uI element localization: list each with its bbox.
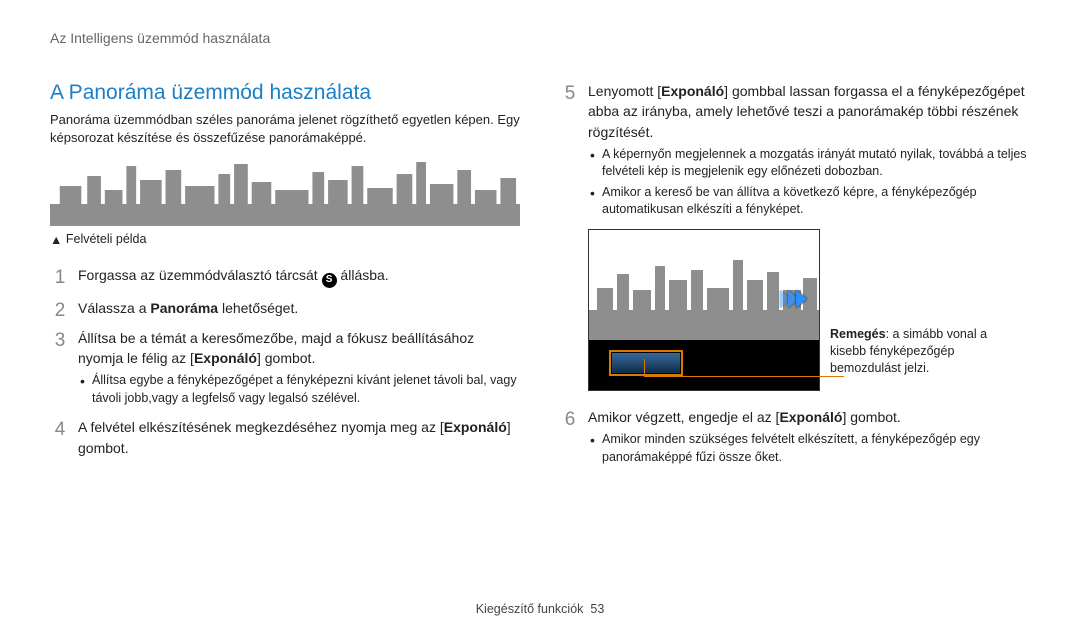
callout-leader-line	[644, 361, 844, 391]
step-text-post: állásba.	[337, 267, 389, 283]
step-text: Állítsa be a témát a keresőmezőbe, majd …	[78, 330, 474, 366]
footer-label: Kiegészítő funkciók	[476, 602, 584, 616]
step-subitem: A képernyőn megjelennek a mozgatás irány…	[588, 146, 1030, 181]
step-text: A felvétel elkészítésének megkezdéséhez …	[78, 419, 511, 455]
step-text-pre: Forgassa az üzemmódválasztó tárcsát	[78, 267, 322, 283]
step-item: A felvétel elkészítésének megkezdéséhez …	[50, 417, 520, 458]
step-item: Állítsa be a témát a keresőmezőbe, majd …	[50, 328, 520, 408]
sample-caption-text: Felvételi példa	[66, 232, 147, 246]
left-column: A Panoráma üzemmód használata Panoráma ü…	[50, 81, 520, 476]
section-title: A Panoráma üzemmód használata	[50, 81, 520, 105]
preview-callout-wrap: Remegés: a simább vonal a kisebb fénykép…	[588, 229, 1030, 391]
footer-page-number: 53	[590, 602, 604, 616]
step-item: Forgassa az üzemmódválasztó tárcsát S ál…	[50, 265, 520, 288]
two-column-layout: A Panoráma üzemmód használata Panoráma ü…	[50, 81, 1030, 476]
step-text: Lenyomott [Exponáló] gombbal lassan forg…	[588, 83, 1025, 140]
page-header: Az Intelligens üzemmód használata	[50, 30, 1030, 46]
step-subitem: Amikor minden szükséges felvételt elkész…	[588, 431, 1030, 466]
mode-dial-s-icon: S	[322, 273, 337, 288]
page-footer: Kiegészítő funkciók 53	[0, 602, 1080, 616]
step-text: Válassza a Panoráma lehetőséget.	[78, 300, 298, 316]
step-text: Amikor végzett, engedje el az [Exponáló]…	[588, 409, 901, 425]
step-subitem: Amikor a kereső be van állítva a követke…	[588, 184, 1030, 219]
panorama-sample-illustration	[50, 156, 520, 226]
step-sublist: Amikor minden szükséges felvételt elkész…	[588, 431, 1030, 466]
step-sublist: A képernyőn megjelennek a mozgatás irány…	[588, 146, 1030, 219]
triangle-up-icon: ▲	[50, 233, 62, 247]
panorama-preview-box	[588, 229, 820, 391]
preview-skyline-area	[589, 230, 819, 340]
right-steps-list: Lenyomott [Exponáló] gombbal lassan forg…	[560, 81, 1030, 466]
right-column: Lenyomott [Exponáló] gombbal lassan forg…	[560, 81, 1030, 476]
step-sublist: Állítsa egybe a fényképezőgépet a fényké…	[78, 372, 520, 407]
left-steps-list: Forgassa az üzemmódválasztó tárcsát S ál…	[50, 265, 520, 458]
direction-arrows-icon	[783, 290, 807, 308]
step-item: Válassza a Panoráma lehetőséget.	[50, 298, 520, 318]
sample-caption: ▲ Felvételi példa	[50, 232, 520, 247]
step-item: Amikor végzett, engedje el az [Exponáló]…	[560, 407, 1030, 466]
intro-text: Panoráma üzemmódban széles panoráma jele…	[50, 111, 520, 146]
step-subitem: Állítsa egybe a fényképezőgépet a fényké…	[78, 372, 520, 407]
step-item: Lenyomott [Exponáló] gombbal lassan forg…	[560, 81, 1030, 219]
shake-callout-text: Remegés: a simább vonal a kisebb fénykép…	[830, 326, 995, 377]
manual-page: Az Intelligens üzemmód használata A Pano…	[0, 0, 1080, 630]
